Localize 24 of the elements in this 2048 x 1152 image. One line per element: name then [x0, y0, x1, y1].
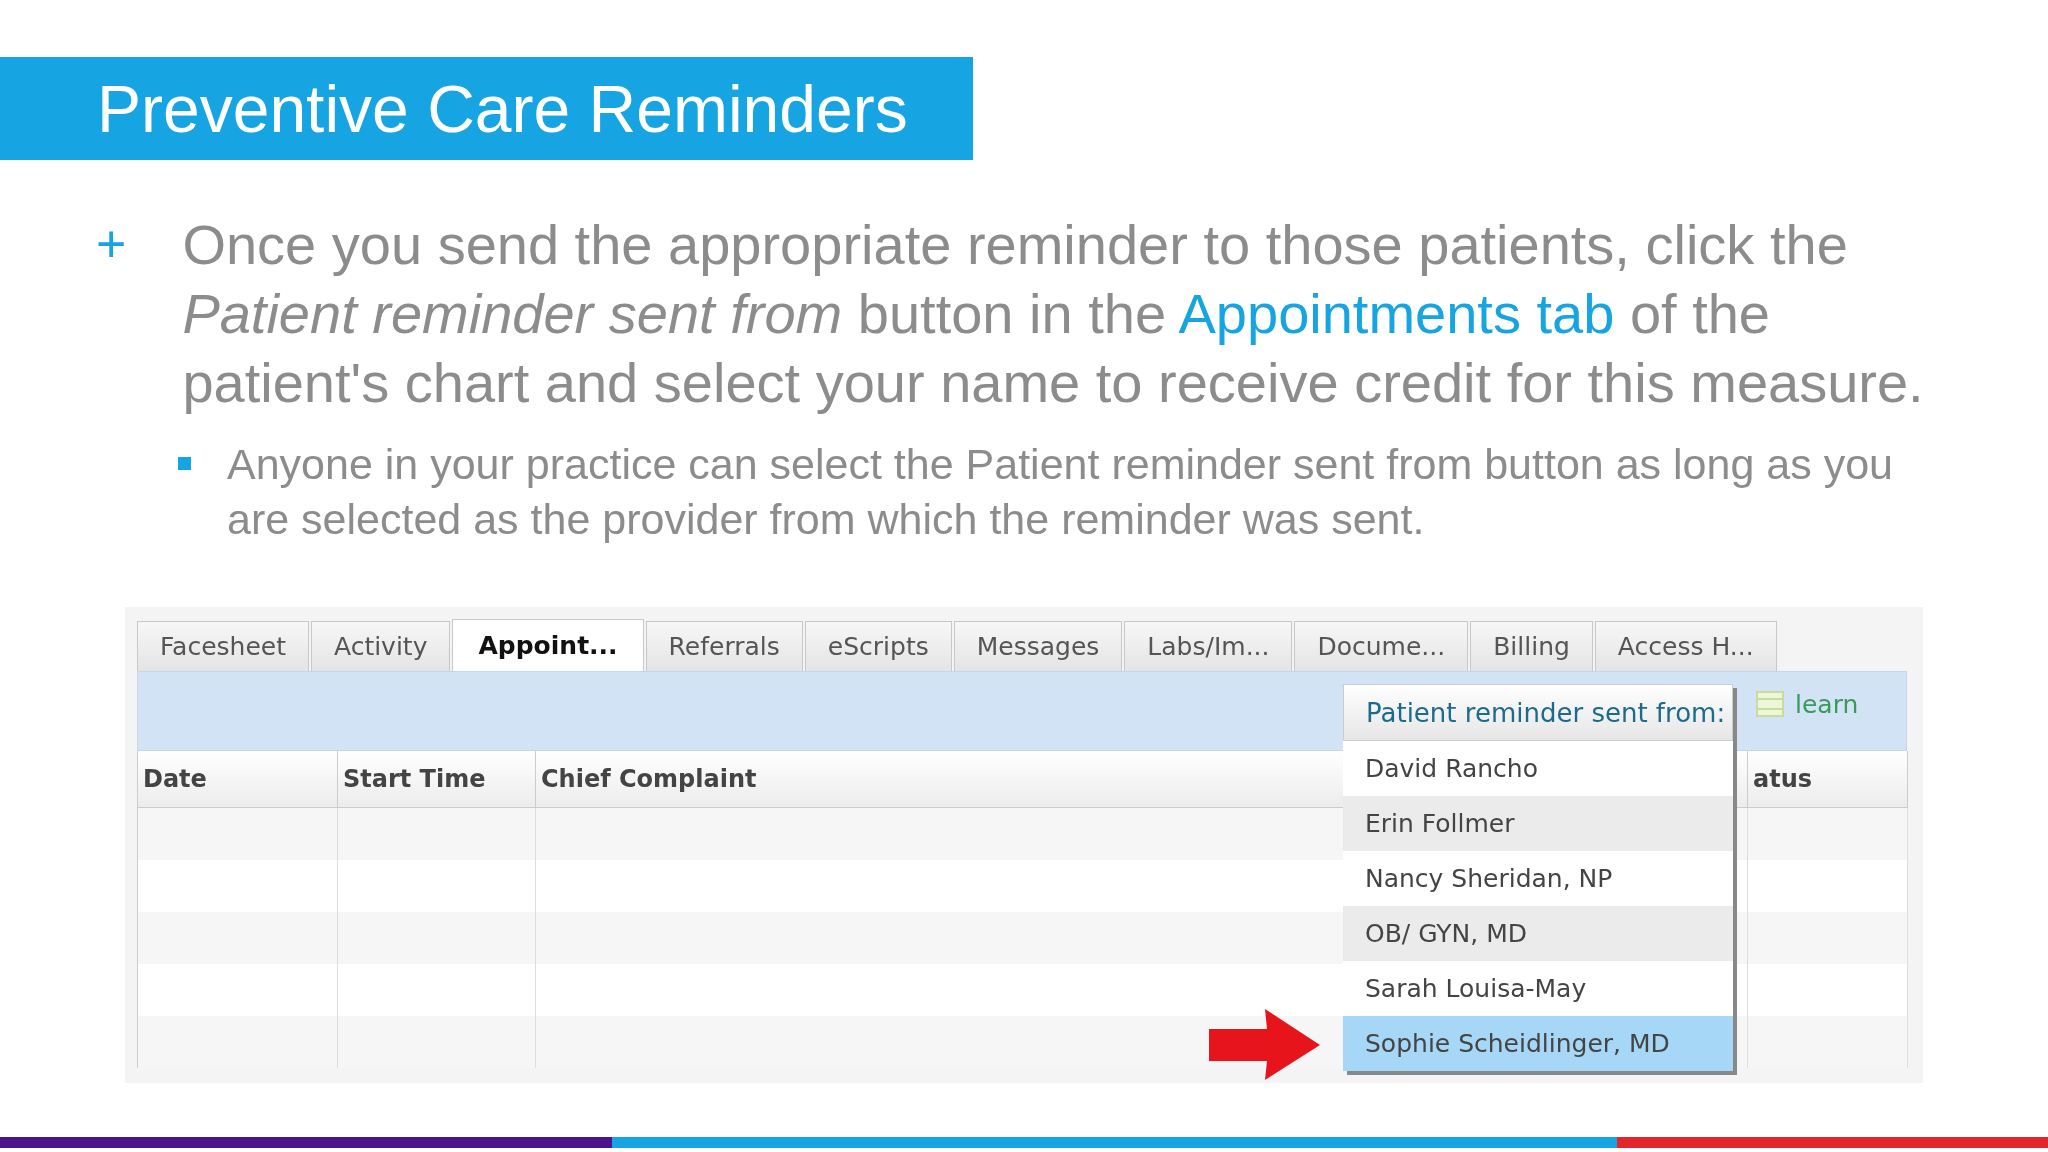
tab[interactable]: Activity	[310, 621, 451, 671]
tab[interactable]: Messages	[953, 621, 1123, 671]
sub-bullet-text: Anyone in your practice can select the Patient reminder sent from button as long as you are selected as the provider from which the reminder was sent.	[227, 439, 1894, 545]
column-header: atus	[1748, 751, 1908, 807]
tab[interactable]: Docume...	[1294, 621, 1469, 671]
arrow-icon	[1207, 1007, 1322, 1082]
tab[interactable]: Appoint...	[452, 619, 644, 671]
tab[interactable]: Referrals	[645, 621, 803, 671]
column-header: Date	[138, 751, 338, 807]
dropdown-item[interactable]: Sophie Scheidlinger, MD	[1343, 1016, 1733, 1071]
dropdown-item[interactable]: OB/ GYN, MD	[1343, 906, 1733, 961]
bullet-marker: +	[96, 214, 127, 275]
column-header: Start Time	[338, 751, 536, 807]
tab[interactable]: Billing	[1470, 621, 1593, 671]
list-icon	[1755, 689, 1785, 719]
tab[interactable]: Access H...	[1594, 621, 1777, 671]
dropdown-item[interactable]: Erin Follmer	[1343, 796, 1733, 851]
tab[interactable]: Labs/Im...	[1124, 621, 1293, 671]
bullet-text: Once you send the appropriate reminder to those patients, click the Patient reminder sent from button in the Appointments tab of the patient's chart and select your name to receive credit for this measure.	[182, 212, 1925, 416]
tab[interactable]: eScripts	[804, 621, 952, 671]
bullet-square-icon	[178, 457, 191, 470]
slide-title: Preventive Care Reminders	[0, 57, 973, 160]
reminder-sent-button[interactable]: Patient reminder sent from:	[1343, 684, 1733, 741]
tab[interactable]: Facesheet	[137, 621, 309, 671]
